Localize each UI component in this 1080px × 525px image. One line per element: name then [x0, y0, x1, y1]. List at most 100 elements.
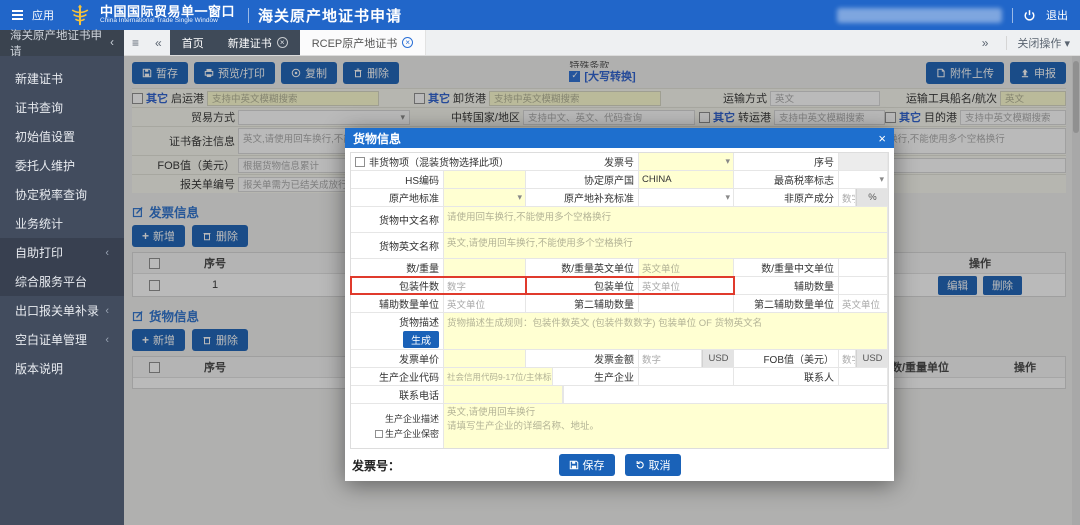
invoice-amount-label: 发票金额 — [526, 350, 638, 367]
pkg-unit-input[interactable]: 英文单位 — [638, 277, 734, 294]
modal-close-icon[interactable]: × — [878, 131, 886, 146]
sidebar-collapse-icon[interactable]: ‹ — [110, 37, 114, 49]
sidebar-header[interactable]: 海关原产地证书申请 ‹ — [0, 30, 124, 56]
producer-input[interactable] — [638, 368, 734, 385]
producer-secret-option[interactable]: 生产企业保密 — [375, 427, 439, 440]
producer-code-label: 生产企业代码 — [351, 368, 443, 385]
modal-fob-label: FOB值（美元） — [734, 350, 838, 367]
chevron-left-icon: ‹ — [105, 247, 109, 259]
percent-suffix: % — [856, 189, 888, 206]
goods-cn-name-textarea[interactable]: 请使用回车换行,不能使用多个空格换行 — [443, 207, 888, 232]
sidebar-item-client-maintenance[interactable]: 委托人维护 — [0, 151, 124, 180]
sidebar-item-business-stats[interactable]: 业务统计 — [0, 209, 124, 238]
modal-invoice-no-select[interactable] — [638, 153, 734, 170]
brand-title-en: China International Trade Single Window — [100, 18, 235, 25]
apps-menu[interactable]: 应用 — [32, 7, 54, 23]
origin-supp-standard-select[interactable] — [638, 189, 734, 206]
power-icon[interactable] — [1023, 9, 1036, 22]
brand-logo-emblem — [69, 4, 91, 26]
page-title: 海关原产地证书申请 — [258, 5, 402, 26]
non-goods-checkbox[interactable] — [355, 157, 365, 167]
tab-home[interactable]: 首页 — [170, 30, 216, 55]
sidebar-item-blank-certificates[interactable]: 空白证单管理‹ — [0, 325, 124, 354]
modal-header: 货物信息 × — [345, 128, 894, 148]
producer-desc-textarea[interactable]: 英文,请使用回车换行 请填写生产企业的详细名称、地址。 — [443, 404, 888, 448]
brand-title-cn: 中国国际贸易单一窗口 — [100, 5, 235, 19]
sidebar-item-service-platform[interactable]: 综合服务平台 — [0, 267, 124, 296]
pkg-count-input[interactable]: 数字 — [443, 277, 526, 294]
pkg-count-annotation-box: 包装件数 数字 — [351, 277, 526, 294]
unit-price-input[interactable] — [443, 350, 526, 367]
tab-menu-icon[interactable]: ≡ — [124, 30, 147, 55]
origin-country-label: 协定原产国 — [526, 171, 638, 188]
contact-input[interactable] — [838, 368, 888, 385]
qty-en-unit-input[interactable]: 英文单位 — [638, 259, 734, 276]
empty-cell — [563, 386, 888, 403]
modal-bottom-invoice-label: 发票号： — [352, 457, 400, 474]
sidebar-item-version-notes[interactable]: 版本说明 — [0, 354, 124, 383]
sidebar-nav: 新建证书 证书查询 初始值设置 委托人维护 协定税率查询 业务统计 自助打印‹ … — [0, 56, 124, 525]
sidebar-item-self-print[interactable]: 自助打印‹ — [0, 238, 124, 267]
contact-label: 联系人 — [734, 368, 838, 385]
tab-rcep-certificate[interactable]: RCEP原产地证书 × — [300, 30, 427, 55]
tabs-scroll-right-icon[interactable]: » — [974, 36, 997, 50]
modal-save-button[interactable]: 保存 — [559, 454, 615, 476]
hamburger-icon[interactable] — [12, 10, 23, 20]
sidebar-item-initial-settings[interactable]: 初始值设置 — [0, 122, 124, 151]
max-rate-select[interactable] — [838, 171, 888, 188]
qty-cn-unit-input[interactable] — [838, 259, 888, 276]
max-rate-label: 最高税率标志 — [734, 171, 838, 188]
non-goods-option[interactable]: 非货物项（混装货物选择此项） — [351, 153, 526, 170]
sidebar-header-title: 海关原产地证书申请 — [10, 27, 110, 59]
undo-icon — [635, 460, 645, 470]
top-header: 应用 中国国际贸易单一窗口 China International Trade … — [0, 0, 1080, 30]
goods-info-modal: 货物信息 × 非货物项（混装货物选择此项） 发票号 序号 — [345, 128, 894, 481]
goods-en-name-textarea[interactable]: 英文,请使用回车换行,不能使用多个空格换行 — [443, 233, 888, 258]
strip-divider — [1006, 36, 1007, 50]
phone-input[interactable] — [443, 386, 563, 403]
modal-invoice-no-label: 发票号 — [526, 153, 638, 170]
aux-unit-input[interactable]: 英文单位 — [443, 295, 526, 312]
pkg-unit-annotation-box: 包装单位 英文单位 — [526, 277, 734, 294]
username-blurred — [837, 8, 1002, 23]
qty-label: 数/重量 — [351, 259, 443, 276]
tab-strip: ≡ « 首页 新建证书 × RCEP原产地证书 × » 关闭操作 ▾ — [124, 30, 1080, 56]
sidebar-item-export-declaration[interactable]: 出口报关单补录‹ — [0, 296, 124, 325]
aux-qty-label: 辅助数量 — [734, 277, 838, 294]
sidebar-item-certificate-query[interactable]: 证书查询 — [0, 93, 124, 122]
invoice-amount-input[interactable]: 数字 — [638, 350, 702, 367]
tab-new-certificate[interactable]: 新建证书 × — [216, 30, 300, 55]
producer-desc-label: 生产企业描述 — [385, 412, 439, 425]
non-origin-label: 非原产成分 — [734, 189, 838, 206]
origin-country-input[interactable]: CHINA — [638, 171, 734, 188]
sidebar-item-new-certificate[interactable]: 新建证书 — [0, 64, 124, 93]
modal-seq-readonly — [838, 153, 888, 170]
tabs-scroll-left-icon[interactable]: « — [147, 30, 170, 55]
unit-price-label: 发票单价 — [351, 350, 443, 367]
aux-qty-input[interactable] — [838, 277, 888, 294]
tab-close-icon[interactable]: × — [402, 37, 413, 48]
qty-en-unit-label: 数/重量英文单位 — [526, 259, 638, 276]
goods-cn-name-label: 货物中文名称 — [351, 207, 443, 232]
sidebar-item-tariff-query[interactable]: 协定税率查询 — [0, 180, 124, 209]
aux2-unit-input[interactable]: 英文单位 — [838, 295, 888, 312]
producer-secret-checkbox[interactable] — [375, 430, 383, 438]
header-divider — [248, 8, 249, 23]
pkg-unit-label: 包装单位 — [526, 277, 638, 294]
usd-suffix: USD — [702, 350, 734, 367]
origin-standard-select[interactable] — [443, 189, 526, 206]
non-origin-input[interactable]: 数字 — [838, 189, 856, 206]
aux2-qty-input[interactable] — [638, 295, 734, 312]
logout-button[interactable]: 退出 — [1046, 7, 1068, 23]
modal-cancel-button[interactable]: 取消 — [625, 454, 681, 476]
aux-unit-label: 辅助数量单位 — [351, 295, 443, 312]
hs-code-input[interactable] — [443, 171, 526, 188]
modal-fob-input[interactable]: 数字 — [838, 350, 856, 367]
generate-description-button[interactable]: 生成 — [403, 331, 439, 348]
qty-input[interactable] — [443, 259, 526, 276]
goods-desc-textarea[interactable]: 货物描述生成规则：包装件数英文 (包装件数数字) 包装单位 OF 货物英文名 — [443, 313, 888, 349]
tab-close-icon[interactable]: × — [277, 37, 288, 48]
close-operations-dropdown[interactable]: 关闭操作 ▾ — [1017, 35, 1070, 51]
modal-title: 货物信息 — [353, 130, 401, 147]
producer-code-input[interactable]: 社会信用代码9-17位/主体标识码 — [443, 368, 553, 385]
